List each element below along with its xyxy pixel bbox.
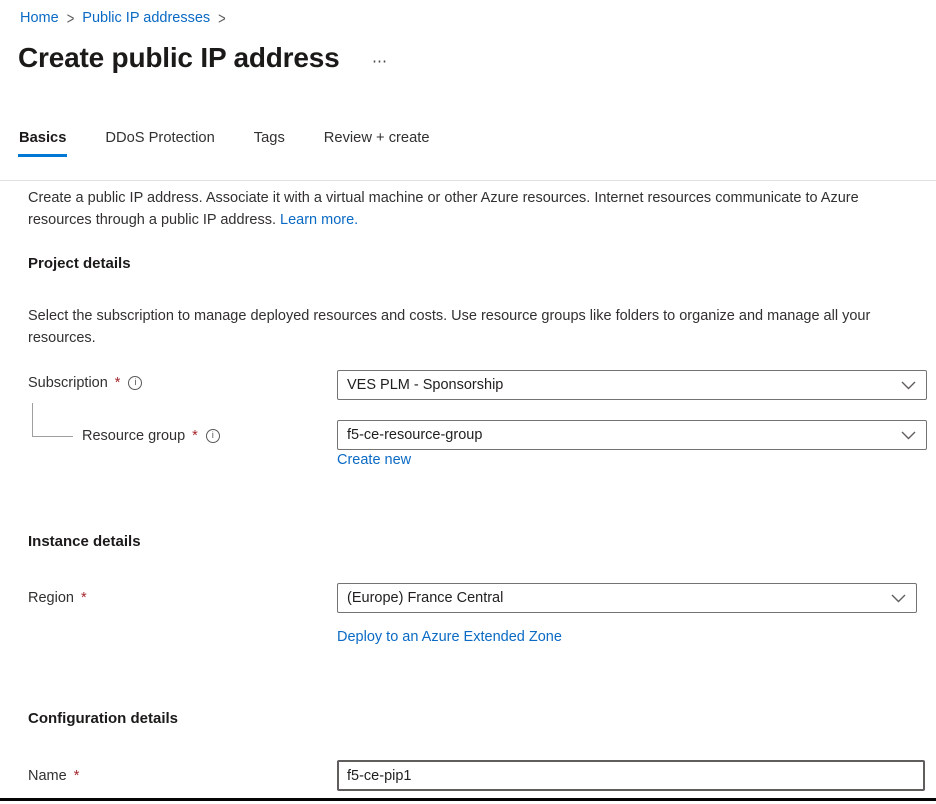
- chevron-down-icon: [901, 431, 916, 440]
- intro-text: Create a public IP address. Associate it…: [28, 188, 908, 231]
- learn-more-link[interactable]: Learn more.: [280, 212, 358, 228]
- chevron-down-icon: [901, 381, 916, 390]
- resource-group-label-text: Resource group: [82, 428, 185, 444]
- chevron-right-icon: >: [67, 9, 75, 28]
- resource-group-dropdown[interactable]: f5-ce-resource-group: [337, 420, 927, 450]
- region-label: Region *: [28, 590, 87, 606]
- chevron-down-icon: [891, 594, 906, 603]
- field-connector-line: [32, 403, 73, 437]
- required-asterisk: *: [81, 590, 87, 606]
- name-label: Name *: [28, 768, 79, 784]
- breadcrumb: Home > Public IP addresses >: [20, 10, 234, 26]
- resource-group-label: Resource group * i: [82, 428, 220, 444]
- tab-ddos-protection[interactable]: DDoS Protection: [104, 128, 215, 157]
- info-icon[interactable]: i: [206, 429, 220, 443]
- region-value: (Europe) France Central: [347, 590, 503, 606]
- instance-details-heading: Instance details: [28, 533, 141, 550]
- deploy-extended-zone-link[interactable]: Deploy to an Azure Extended Zone: [337, 629, 562, 645]
- name-input[interactable]: [337, 760, 925, 791]
- region-label-text: Region: [28, 590, 74, 606]
- subscription-dropdown[interactable]: VES PLM - Sponsorship: [337, 370, 927, 400]
- subscription-value: VES PLM - Sponsorship: [347, 377, 503, 393]
- name-label-text: Name: [28, 768, 67, 784]
- intro-description: Create a public IP address. Associate it…: [28, 190, 859, 228]
- tab-tags[interactable]: Tags: [253, 128, 286, 157]
- window-bottom-edge: [0, 798, 936, 801]
- chevron-right-icon: >: [218, 9, 226, 28]
- resource-group-value: f5-ce-resource-group: [347, 427, 482, 443]
- create-public-ip-page: Home > Public IP addresses > Create publ…: [0, 0, 936, 804]
- subscription-label-text: Subscription: [28, 375, 108, 391]
- required-asterisk: *: [115, 375, 121, 391]
- required-asterisk: *: [74, 768, 80, 784]
- tab-basics[interactable]: Basics: [18, 128, 67, 157]
- page-title: Create public IP address: [18, 42, 339, 74]
- region-dropdown[interactable]: (Europe) France Central: [337, 583, 917, 613]
- configuration-details-heading: Configuration details: [28, 710, 178, 727]
- tab-divider: [0, 180, 936, 181]
- project-details-heading: Project details: [28, 255, 131, 272]
- breadcrumb-public-ip-addresses-link[interactable]: Public IP addresses: [82, 10, 210, 26]
- subscription-label: Subscription * i: [28, 375, 142, 391]
- tab-bar: Basics DDoS Protection Tags Review + cre…: [18, 128, 468, 157]
- info-icon[interactable]: i: [128, 376, 142, 390]
- required-asterisk: *: [192, 428, 198, 444]
- more-options-icon[interactable]: ⋯: [368, 50, 392, 72]
- tab-review-create[interactable]: Review + create: [323, 128, 431, 157]
- breadcrumb-home-link[interactable]: Home: [20, 10, 59, 26]
- project-details-description: Select the subscription to manage deploy…: [28, 306, 914, 349]
- create-new-resource-group-link[interactable]: Create new: [337, 452, 411, 468]
